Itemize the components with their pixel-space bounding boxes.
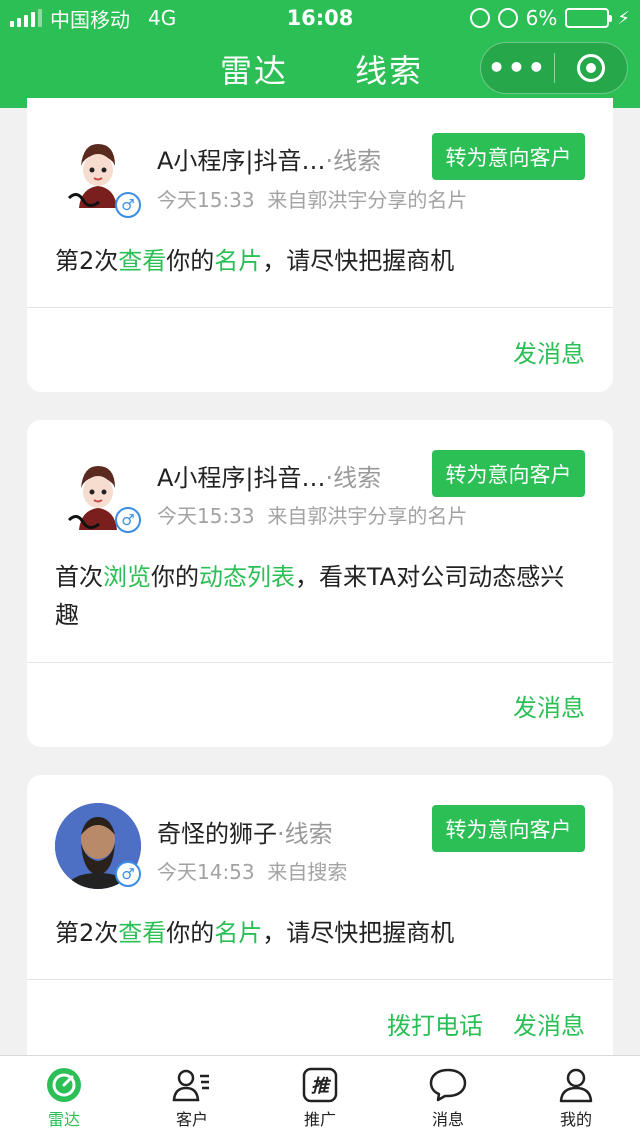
visit-source: 来自搜索 — [267, 860, 348, 884]
male-icon: ♂ — [115, 192, 141, 218]
lead-card[interactable]: ♂ A小程序|抖音…·线索 今天15:33 来自郭洪宇分享的名片 转为意向客户 … — [27, 420, 613, 747]
desc-text: 首次 — [55, 563, 103, 591]
lead-tag: ·线索 — [325, 147, 382, 175]
send-message-button[interactable]: 发消息 — [513, 688, 585, 723]
customer-name: A小程序|抖音… — [157, 464, 326, 492]
convert-intent-button[interactable]: 转为意向客户 — [432, 133, 585, 180]
desc-highlight: 名片 — [214, 247, 263, 275]
activity-description: 首次浏览你的动态列表，看来TA对公司动态感兴趣 — [55, 558, 583, 634]
radar-icon — [46, 1066, 82, 1104]
more-icon[interactable]: ••• — [481, 54, 554, 82]
tabbar-label: 推广 — [303, 1110, 336, 1129]
miniprogram-capsule: ••• — [480, 42, 628, 94]
tabbar-item-message[interactable]: 消息 — [384, 1056, 512, 1138]
tabbar-item-promote[interactable]: 推 推广 — [256, 1056, 384, 1138]
visit-time: 今天14:53 — [157, 860, 255, 884]
carrier-label: 中国移动 — [50, 7, 130, 32]
desc-highlight: 浏览 — [103, 563, 151, 591]
desc-text: 第2次 — [55, 919, 119, 947]
visit-source: 来自郭洪宇分享的名片 — [267, 188, 468, 212]
desc-text: 你的 — [151, 563, 199, 591]
alarm-icon — [497, 8, 518, 28]
desc-highlight: 查看 — [118, 919, 167, 947]
visit-time: 今天15:33 — [157, 188, 255, 212]
convert-intent-button[interactable]: 转为意向客户 — [432, 450, 585, 497]
promote-icon: 推 — [302, 1066, 338, 1104]
tab-radar[interactable]: 雷达 — [220, 46, 288, 92]
lead-card[interactable]: ♂ A小程序|抖音…·线索 今天15:33 来自郭洪宇分享的名片 转为意向客户 … — [27, 98, 613, 392]
desc-highlight: 动态列表 — [199, 563, 295, 591]
tabbar-item-customer[interactable]: 客户 — [128, 1056, 256, 1138]
header: 中国移动 4G 16:08 6% ⚡ 雷达 线索 ••• — [0, 0, 640, 108]
desc-text: 第2次 — [55, 247, 119, 275]
tabbar-item-mine[interactable]: 我的 — [512, 1056, 640, 1138]
desc-text: 你的 — [166, 247, 215, 275]
visit-source: 来自郭洪宇分享的名片 — [267, 504, 468, 528]
network-label: 4G — [148, 6, 177, 30]
desc-highlight: 名片 — [214, 919, 263, 947]
desc-highlight: 查看 — [118, 247, 167, 275]
svg-text:推: 推 — [311, 1076, 332, 1097]
tabbar-label: 我的 — [559, 1110, 592, 1129]
tabbar-item-radar[interactable]: 雷达 — [0, 1056, 128, 1138]
send-message-button[interactable]: 发消息 — [513, 334, 585, 369]
desc-text: 你的 — [166, 919, 215, 947]
divider — [27, 979, 613, 980]
status-bar: 中国移动 4G 16:08 6% ⚡ — [0, 0, 640, 36]
customer-name: 奇怪的狮子 — [157, 820, 277, 848]
activity-description: 第2次查看你的名片，请尽快把握商机 — [55, 242, 583, 280]
male-icon: ♂ — [115, 861, 141, 887]
tabbar-label: 客户 — [175, 1110, 208, 1129]
charging-icon: ⚡ — [617, 7, 630, 29]
target-icon — [576, 54, 605, 82]
customer-icon — [172, 1066, 212, 1104]
bottom-tab-bar: 雷达 客户 推 推广 消息 我的 — [0, 1055, 640, 1138]
close-miniprogram-button[interactable] — [555, 54, 627, 82]
customer-name: A小程序|抖音… — [157, 147, 326, 175]
battery-icon — [565, 8, 613, 28]
lead-tag: ·线索 — [325, 464, 382, 492]
battery-percent: 6% — [525, 6, 558, 30]
signal-icon — [10, 9, 42, 27]
divider — [27, 307, 613, 308]
convert-intent-button[interactable]: 转为意向客户 — [432, 805, 585, 852]
visit-time: 今天15:33 — [157, 504, 255, 528]
call-phone-button[interactable]: 拨打电话 — [387, 1006, 483, 1041]
lead-card[interactable]: ♂ 奇怪的狮子·线索 今天14:53 来自搜索 转为意向客户 第2次查看你的名片… — [27, 775, 613, 1075]
activity-description: 第2次查看你的名片，请尽快把握商机 — [55, 914, 583, 952]
male-icon: ♂ — [115, 507, 141, 533]
desc-text: ，请尽快把握商机 — [262, 247, 455, 275]
divider — [27, 662, 613, 663]
rotation-lock-icon — [469, 8, 490, 28]
message-icon — [429, 1066, 467, 1104]
profile-icon — [558, 1066, 594, 1104]
send-message-button[interactable]: 发消息 — [513, 1006, 585, 1041]
tab-leads[interactable]: 线索 — [355, 46, 423, 92]
lead-tag: ·线索 — [277, 820, 333, 848]
desc-text: ，请尽快把握商机 — [262, 919, 455, 947]
tabbar-label: 消息 — [431, 1110, 464, 1129]
tabbar-label: 雷达 — [47, 1110, 80, 1129]
